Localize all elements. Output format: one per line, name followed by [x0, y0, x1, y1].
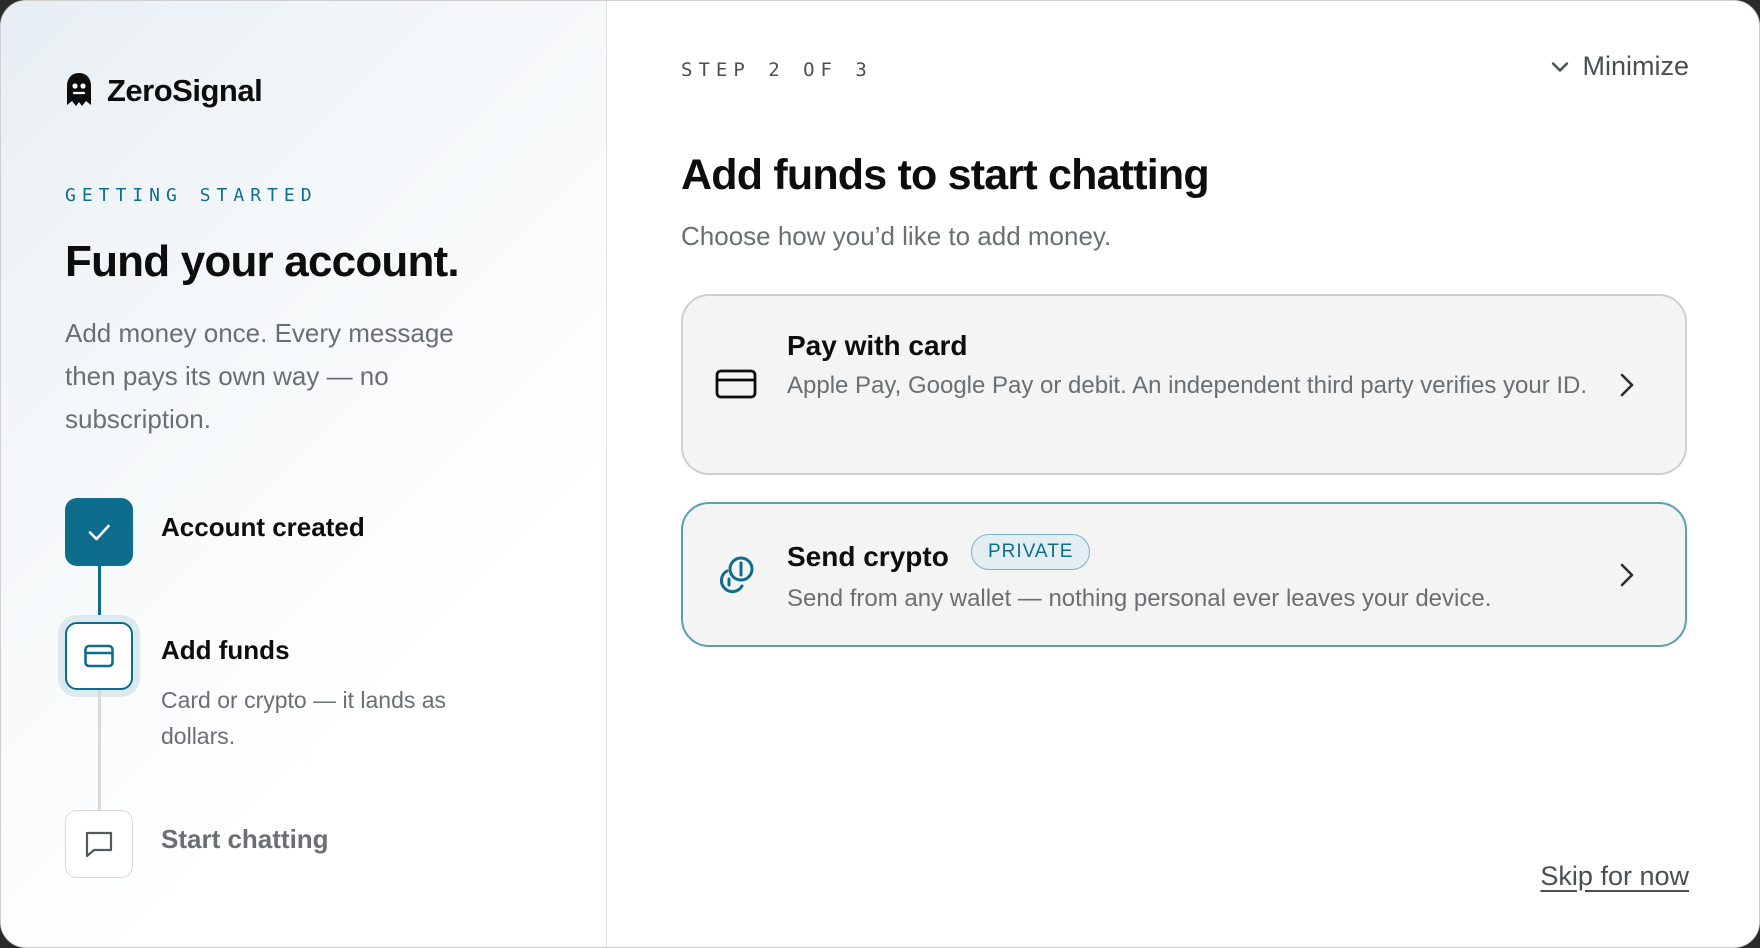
- step-todo-marker: [65, 810, 133, 878]
- ghost-logo-icon: [67, 73, 91, 106]
- sidebar-subhead: Add money once. Every message then pays …: [65, 318, 454, 434]
- credit-card-icon: [715, 369, 757, 399]
- step-title-start-chatting: Start chatting: [161, 824, 329, 854]
- step-done-marker: [65, 498, 133, 566]
- step-counter: STEP 2 OF 3: [681, 59, 873, 81]
- chat-bubble-icon: [85, 831, 113, 858]
- minimize-button[interactable]: Minimize: [1548, 51, 1689, 82]
- onboarding-sidebar: ZeroSignal GETTING STARTED Fund your acc…: [1, 1, 607, 947]
- chevron-down-icon: [1552, 61, 1569, 72]
- sidebar-headline: Fund your account.: [65, 237, 460, 286]
- chevron-right-icon: [1620, 373, 1634, 397]
- step-title-account-created: Account created: [161, 512, 365, 542]
- step-connector-pending: [98, 690, 101, 810]
- page-title: Add funds to start chatting: [681, 151, 1210, 199]
- step-connector-complete: [98, 566, 101, 622]
- chevron-right-icon: [1620, 563, 1634, 587]
- option-description-crypto: Send from any wallet — nothing personal …: [787, 585, 1492, 612]
- section-eyebrow: GETTING STARTED: [65, 185, 318, 206]
- option-title-crypto: Send crypto: [787, 541, 949, 572]
- option-title-card: Pay with card: [787, 330, 968, 361]
- brand: ZeroSignal: [65, 71, 263, 111]
- funding-panel: STEP 2 OF 3 Minimize Add funds to start …: [607, 1, 1759, 947]
- onboarding-window: ZeroSignal GETTING STARTED Fund your acc…: [0, 0, 1760, 948]
- skip-link[interactable]: Skip for now: [1540, 861, 1689, 892]
- send-crypto-option[interactable]: Send crypto PRIVATE Send from any wallet…: [681, 502, 1687, 647]
- option-description-card: Apple Pay, Google Pay or debit. An indep…: [787, 372, 1588, 399]
- credit-card-icon: [84, 644, 114, 668]
- private-badge: PRIVATE: [971, 534, 1091, 570]
- minimize-label: Minimize: [1582, 51, 1689, 81]
- step-title-add-funds: Add funds: [161, 635, 290, 665]
- brand-name: ZeroSignal: [107, 73, 263, 108]
- check-icon: [88, 524, 110, 541]
- pay-with-card-option[interactable]: Pay with card Apple Pay, Google Pay or d…: [681, 294, 1687, 475]
- crypto-coins-icon: [719, 556, 754, 594]
- page-subtitle: Choose how you’d like to add money.: [681, 221, 1112, 251]
- progress-steps: Account created Add funds Card or crypto…: [65, 498, 545, 898]
- step-active-marker: [65, 622, 133, 690]
- step-description-add-funds: Card or crypto — it lands as dollars.: [161, 687, 447, 749]
